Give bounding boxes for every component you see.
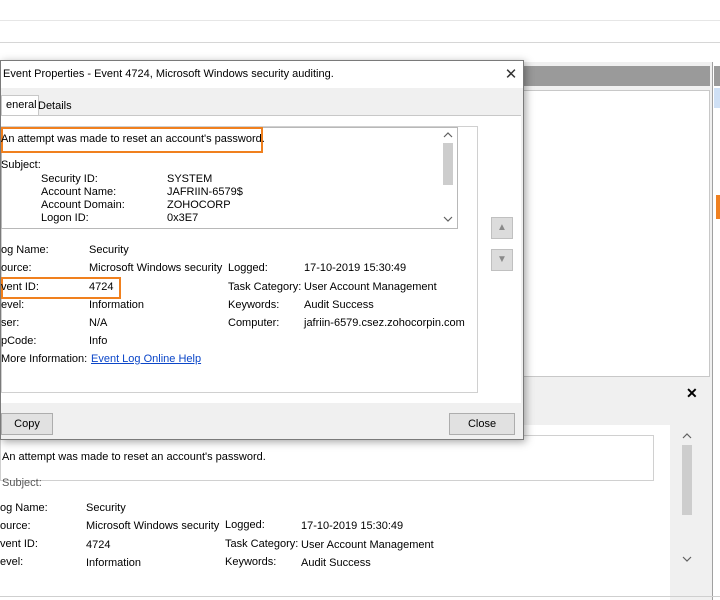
actions-pane-selection[interactable] [714,88,720,108]
computer-label: Computer: [228,317,280,329]
tab-details[interactable]: Details [34,97,76,115]
event-log-online-help-link[interactable]: Event Log Online Help [91,353,201,365]
description-text: An attempt was made to reset an account'… [1,133,265,145]
actions-pane [712,62,720,600]
level-value: Information [89,299,145,311]
task-category-value: User Account Management [304,281,437,293]
security-id-label: Security ID: [41,173,98,185]
tab-details-label: Details [38,100,72,112]
more-info-label: More Information: [1,353,88,365]
actions-pane-highlight [716,195,720,219]
log-name-label: og Name: [1,244,49,256]
preview-description: An attempt was made to reset an account'… [2,451,266,463]
arrow-up-icon: ▲ [497,222,507,233]
description-scrollbar[interactable] [441,131,455,223]
preview-log-name-label: og Name: [0,502,48,514]
source-value: Microsoft Windows security a [89,262,223,274]
account-domain-value: ZOHOCORP [167,199,231,211]
computer-value: jafriin-6579.csez.zohocorpin.com [304,317,465,329]
event-id-value: 4724 [89,281,114,293]
toolbar-divider [0,42,720,43]
top-divider [0,20,720,21]
preview-subject-label: Subject: [2,477,42,489]
preview-keywords-label: Keywords: [225,556,277,568]
level-label: evel: [1,299,25,311]
preview-keywords: Audit Success [301,557,371,569]
preview-scrollbar[interactable] [680,433,694,563]
preview-task-category: User Account Management [301,539,434,551]
opcode-label: pCode: [1,335,37,347]
preview-logged: 17-10-2019 15:30:49 [301,520,404,532]
event-properties-dialog: Event Properties - Event 4724, Microsoft… [0,60,524,440]
logged-value: 17-10-2019 15:30:49 [304,262,407,274]
account-name-value: JAFRIIN-6579$ [167,186,243,198]
subject-label: Subject: [1,159,41,171]
dialog-titlebar[interactable]: Event Properties - Event 4724, Microsoft… [1,61,523,88]
preview-source-label: ource: [0,520,31,532]
event-id-label: vent ID: [1,281,39,293]
close-button[interactable]: Close [449,413,515,435]
logged-label: Logged: [228,262,268,274]
previous-event-button[interactable]: ▲ [491,217,513,239]
events-list-header [520,66,710,86]
preview-log-name: Security [86,502,126,514]
preview-event-id: 4724 [86,539,111,551]
preview-task-category-label: Task Category: [225,538,299,550]
account-domain-label: Account Domain: [41,199,125,211]
keywords-value: Audit Success [304,299,374,311]
keywords-label: Keywords: [228,299,280,311]
account-name-label: Account Name: [41,186,117,198]
preview-level: Information [86,557,142,569]
security-id-value: SYSTEM [167,173,213,185]
dialog-close-icon[interactable]: ✕ [501,65,521,83]
source-label: ource: [1,262,32,274]
copy-button[interactable]: Copy [1,413,53,435]
events-list[interactable] [522,90,710,377]
preview-level-label: evel: [0,556,24,568]
preview-close-icon[interactable]: ✕ [686,385,698,402]
preview-event-id-label: vent ID: [0,538,38,550]
arrow-down-icon: ▼ [497,254,507,265]
tab-general-label: eneral [6,99,37,111]
bottom-divider [0,596,720,597]
logon-id-label: Logon ID: [41,212,89,224]
log-name-value: Security [89,244,129,256]
task-category-label: Task Category: [228,281,302,293]
logon-id-value: 0x3E7 [167,212,199,224]
preview-logged-label: Logged: [225,519,265,531]
preview-pane: An attempt was made to reset an account'… [0,425,670,600]
dialog-title: Event Properties - Event 4724, Microsoft… [3,68,334,80]
next-event-button[interactable]: ▼ [491,249,513,271]
user-label: ser: [1,317,20,329]
user-value: N/A [89,317,108,329]
preview-source: Microsoft Windows security a [86,520,220,532]
actions-pane-header [714,66,720,86]
opcode-value: Info [89,335,108,347]
